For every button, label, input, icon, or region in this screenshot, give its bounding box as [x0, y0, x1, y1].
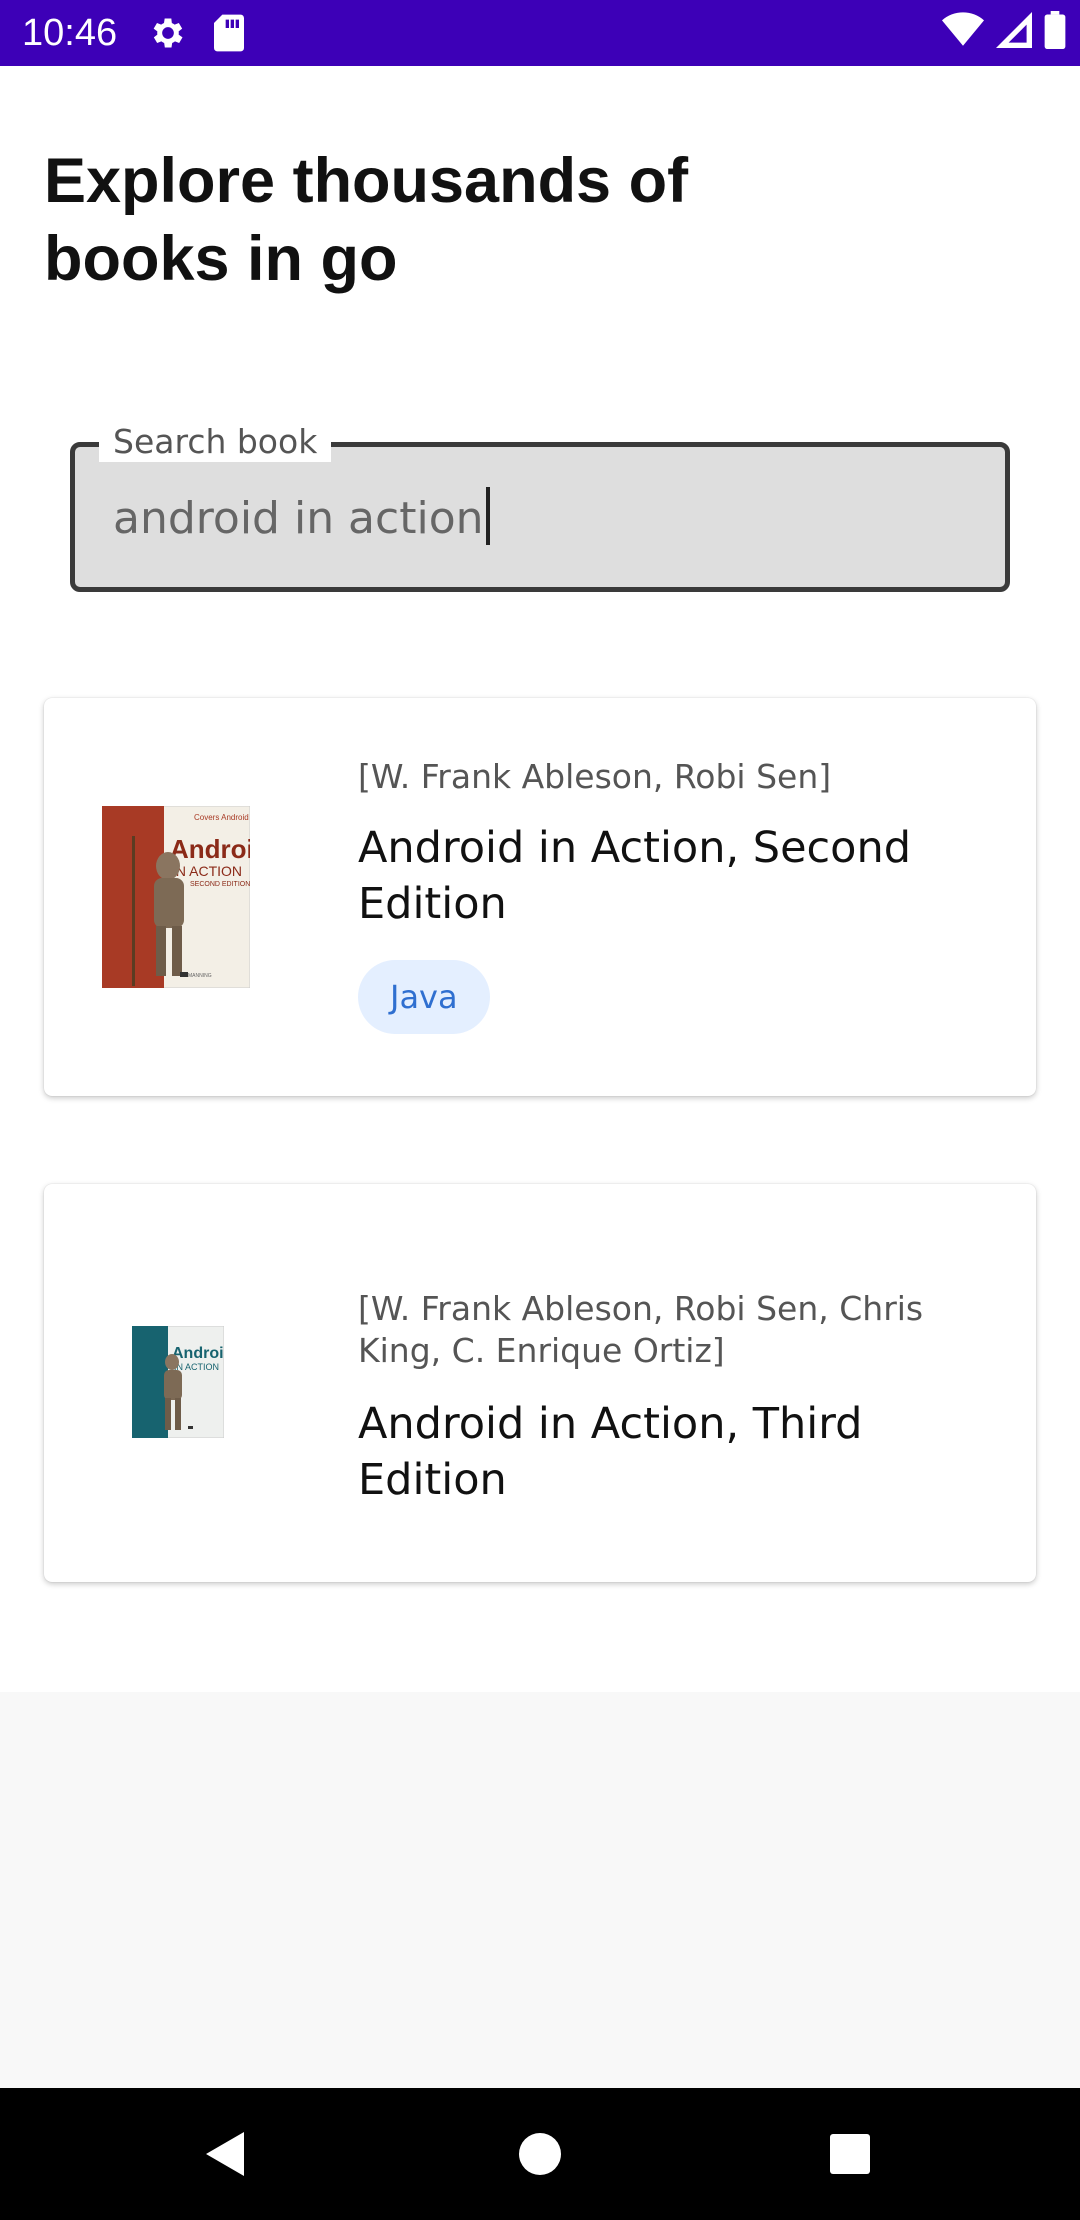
empty-area	[0, 1692, 1080, 2088]
book-cover-icon: Covers Android 2 Android IN ACTION SECON…	[101, 805, 270, 989]
search-input[interactable]: Search book android in action	[70, 422, 1010, 592]
svg-text:IN ACTION: IN ACTION	[174, 1362, 219, 1372]
book-info: [W. Frank Ableson, Robi Sen] Android in …	[358, 756, 1016, 1034]
page-title: Explore thousands of books in go	[44, 146, 689, 294]
back-icon[interactable]	[198, 2124, 258, 2184]
book-cover-icon: Android IN ACTION	[131, 1325, 233, 1439]
svg-text:SECOND EDITION: SECOND EDITION	[190, 881, 250, 888]
sd-card-icon	[212, 13, 246, 58]
home-icon[interactable]	[510, 2124, 570, 2184]
gear-icon	[148, 13, 188, 58]
book-title: Android in Action, Third Edition	[358, 1399, 863, 1505]
search-label: Search book	[99, 422, 332, 462]
svg-text:MANNING: MANNING	[188, 973, 212, 979]
svg-text:Android: Android	[170, 834, 250, 864]
search-text: android in action	[113, 493, 484, 544]
wifi-icon	[942, 11, 984, 53]
book-authors: [W. Frank Ableson, Robi Sen]	[358, 757, 832, 796]
text-cursor	[485, 487, 490, 545]
svg-text:Covers Android 2: Covers Android 2	[194, 813, 250, 822]
book-tag-chip[interactable]: Java	[358, 960, 490, 1034]
book-info: [W. Frank Ableson, Robi Sen, Chris King,…	[358, 1288, 1016, 1508]
book-authors: [W. Frank Ableson, Robi Sen, Chris King,…	[358, 1289, 924, 1370]
recents-icon[interactable]	[820, 2124, 880, 2184]
search-value[interactable]: android in action	[113, 487, 490, 549]
book-card[interactable]: Covers Android 2 Android IN ACTION SECON…	[44, 698, 1036, 1096]
app-content: Explore thousands of books in go Search …	[0, 66, 1080, 1692]
cell-signal-icon	[996, 11, 1032, 53]
svg-text:Android: Android	[172, 1345, 224, 1362]
svg-text:IN ACTION: IN ACTION	[172, 863, 242, 879]
status-time: 10:46	[22, 12, 118, 54]
status-bar: 10:46	[0, 0, 1080, 66]
book-card[interactable]: Android IN ACTION [W. Frank Ableson, Rob…	[44, 1184, 1036, 1582]
battery-icon	[1044, 10, 1066, 54]
system-nav-bar	[0, 2088, 1080, 2220]
book-title: Android in Action, Second Edition	[358, 823, 912, 929]
